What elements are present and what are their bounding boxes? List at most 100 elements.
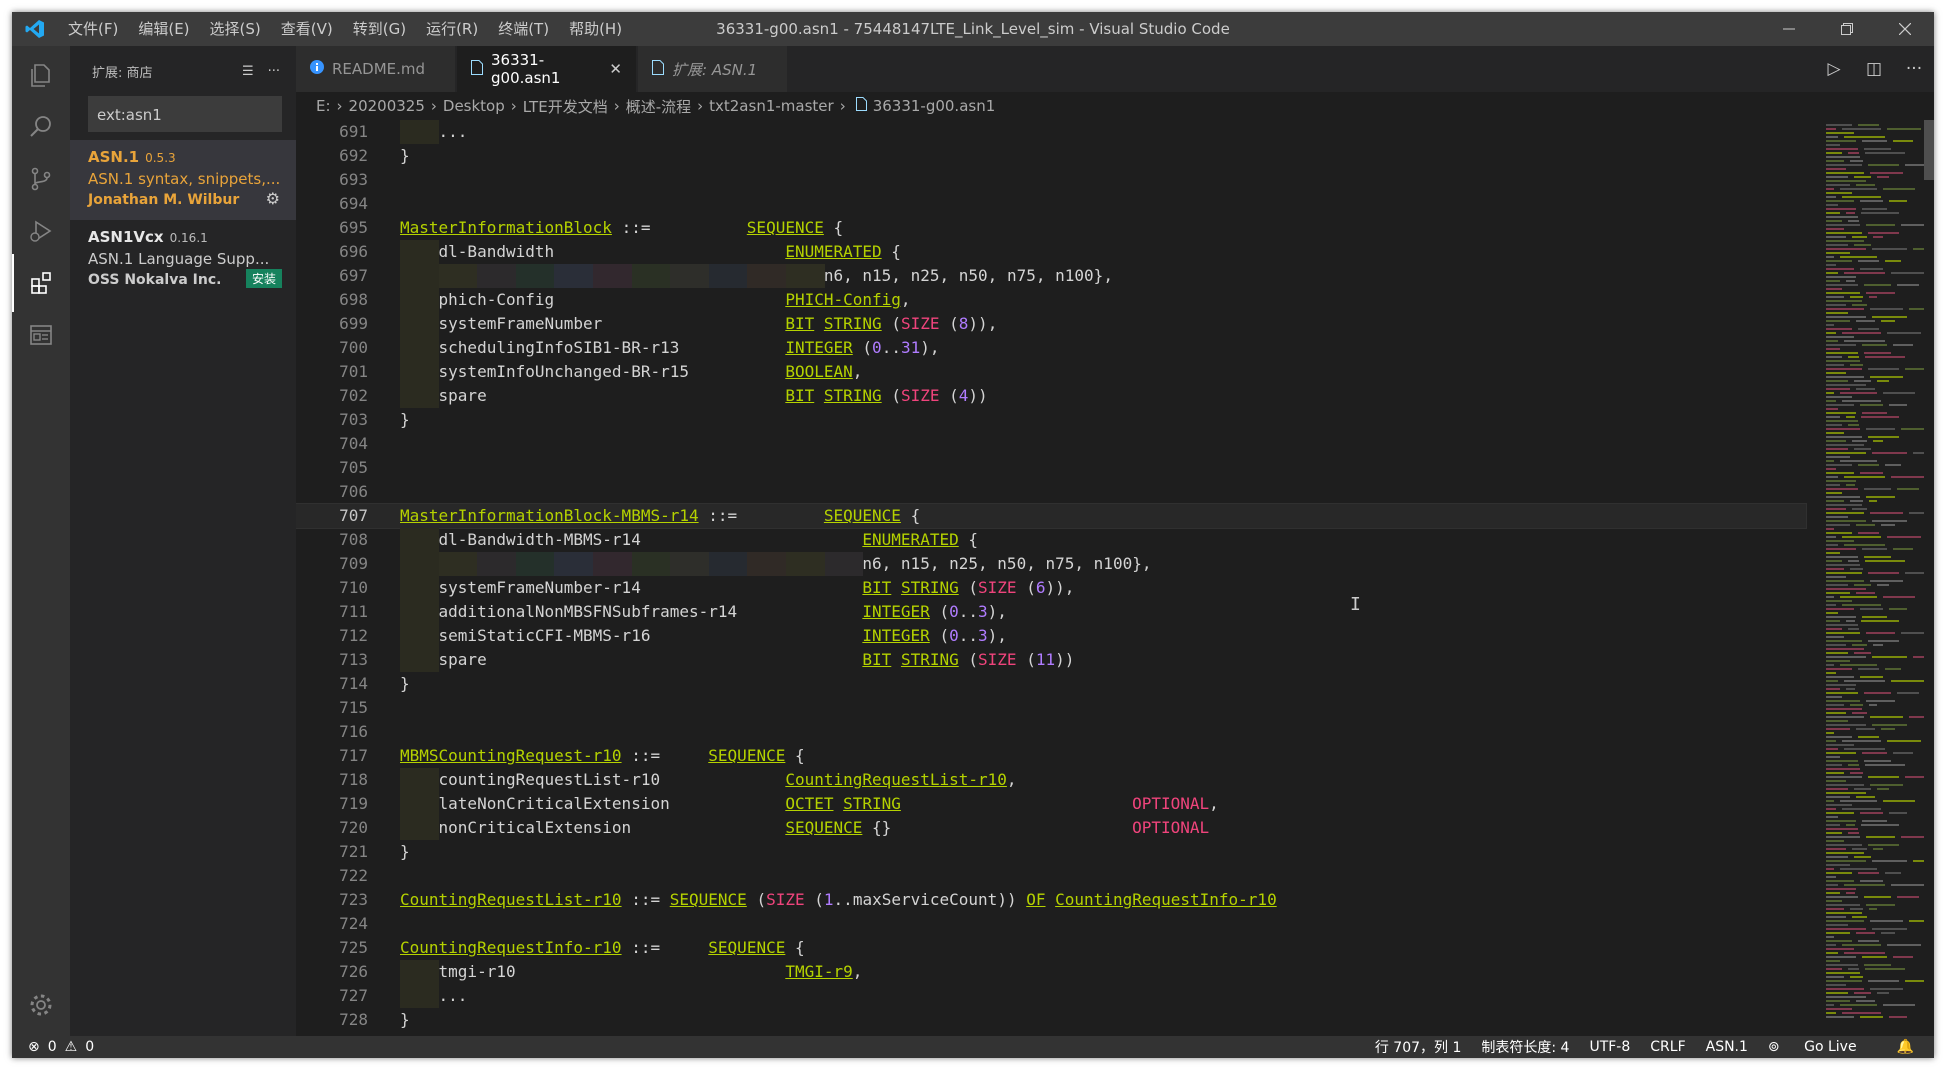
code-line[interactable]: 691 ... [296,120,1806,144]
breadcrumb-item[interactable]: Desktop [443,97,505,115]
extension-item[interactable]: ASN1Vcx 0.16.1 ASN.1 Language Supp... OSS… [70,220,296,300]
clear-results-icon[interactable]: ☰ [242,64,254,79]
code-line[interactable]: 701 systemInfoUnchanged-BR-r15 BOOLEAN, [296,360,1806,384]
close-window-icon[interactable] [1876,12,1934,46]
menu-file[interactable]: 文件(F) [58,12,128,46]
more-actions-icon[interactable]: ··· [268,64,280,79]
error-count[interactable]: 0 [48,1039,57,1055]
menu-edit[interactable]: 编辑(E) [128,12,199,46]
code-line[interactable]: 707 MasterInformationBlock-MBMS-r14 ::= S… [296,503,1807,529]
split-editor-icon[interactable]: ◫ [1854,59,1894,79]
minimap[interactable] [1824,120,1934,1036]
code-line[interactable]: 727 ... [296,984,1806,1008]
warning-count[interactable]: 0 [85,1039,94,1055]
minimap-line [1826,908,1844,910]
code-line[interactable]: 710 systemFrameNumber-r14 BIT STRING (SI… [296,576,1806,600]
code-line[interactable]: 721} [296,840,1806,864]
code-line[interactable]: 716 [296,720,1806,744]
run-icon[interactable]: ▷ [1814,59,1854,79]
code-line[interactable]: 715 [296,696,1806,720]
run-debug-icon[interactable] [12,202,70,260]
breadcrumb-item[interactable]: 20200325 [349,97,425,115]
code-line[interactable]: 719 lateNonCriticalExtension OCTET STRIN… [296,792,1806,816]
menu-terminal[interactable]: 终端(T) [488,12,559,46]
go-live-button[interactable]: ⊚ Go Live [1768,1039,1877,1055]
menu-selection[interactable]: 选择(S) [200,12,271,46]
breadcrumb-item[interactable]: 概述-流程 [626,96,691,117]
install-button[interactable]: 安装 [245,269,282,288]
code-line[interactable]: 709 n6, n15, n25, n50, n75, n100}, [296,552,1806,576]
breadcrumb: E: › 20200325 › Desktop › LTE开发文档 › 概述-流程 › t… [296,92,1934,120]
tab-size[interactable]: 制表符长度: 4 [1481,1037,1569,1057]
explorer-icon[interactable] [12,46,70,104]
breadcrumb-item[interactable]: E: [316,97,331,115]
settings-gear-icon[interactable] [12,976,70,1034]
code-line[interactable]: 705 [296,456,1806,480]
code-line[interactable]: 693 [296,168,1806,192]
menu-view[interactable]: 查看(V) [271,12,343,46]
code-line[interactable]: 724 [296,912,1806,936]
code-line[interactable]: 699 systemFrameNumber BIT STRING (SIZE (… [296,312,1806,336]
cursor-position[interactable]: 行 707，列 1 [1375,1037,1462,1057]
menu-run[interactable]: 运行(R) [416,12,488,46]
minimap-line [1826,944,1836,946]
menu-help[interactable]: 帮助(H) [559,12,632,46]
line-number: 698 [339,290,368,309]
close-tab-icon[interactable]: ✕ [609,60,622,78]
code-line[interactable]: 717 MBMSCountingRequest-r10 ::= SEQUENCE … [296,744,1806,768]
code-line[interactable]: 713 spare BIT STRING (SIZE (11)) [296,648,1806,672]
extension-item[interactable]: ASN.1 0.5.3 ASN.1 syntax, snippets,... Jo… [70,140,296,220]
code-line[interactable]: 728} [296,1008,1806,1032]
scrollbar-thumb[interactable] [1924,120,1934,180]
minimize-icon[interactable] [1760,12,1818,46]
menu-go[interactable]: 转到(G) [343,12,416,46]
source-control-icon[interactable] [12,150,70,208]
tab-extension-asn1[interactable]: 扩展: ASN.1 [638,46,788,92]
restore-icon[interactable] [1818,12,1876,46]
code-line[interactable]: 708 dl-Bandwidth-MBMS-r14 ENUMERATED { [296,528,1806,552]
manage-gear-icon[interactable]: ⚙ [266,189,280,208]
code-line[interactable]: 695 MasterInformationBlock ::= SEQUENCE { [296,216,1806,240]
code-editor[interactable]: 691 ... 692} 693 694 695 MasterInformationBlo… [296,120,1934,1036]
minimap-line [1826,692,1858,694]
code-line[interactable]: 700 schedulingInfoSIB1-BR-r13 INTEGER (0… [296,336,1806,360]
notifications-bell-icon[interactable]: 🔔 [1897,1039,1914,1055]
search-icon[interactable] [12,98,70,156]
code-line[interactable]: 712 semiStaticCFI-MBMS-r16 INTEGER (0..3… [296,624,1806,648]
tab-readme[interactable]: README.md [296,46,456,92]
code-line[interactable]: 703} [296,408,1806,432]
breadcrumb-item[interactable]: txt2asn1-master [709,97,834,115]
code-line[interactable]: 706 [296,480,1806,504]
more-icon[interactable]: ··· [1894,59,1934,79]
code-line[interactable]: 725 CountingRequestInfo-r10 ::= SEQUENCE … [296,936,1806,960]
code-line[interactable]: 723 CountingRequestList-r10 ::= SEQUENCE … [296,888,1806,912]
breadcrumb-item[interactable]: 36331-g00.asn1 [873,97,996,115]
extension-search-input[interactable]: ext:asn1 [88,96,282,132]
code-line[interactable]: 692} [296,144,1806,168]
line-ending[interactable]: CRLF [1650,1039,1685,1055]
code-line[interactable]: 711 additionalNonMBSFNSubframes-r14 INTE… [296,600,1806,624]
code-line[interactable]: 720 nonCriticalExtension SEQUENCE {} OPT… [296,816,1806,840]
code-line[interactable]: 726 tmgi-r10 TMGI-r9, [296,960,1806,984]
encoding[interactable]: UTF-8 [1589,1039,1630,1055]
code-line[interactable]: 697 n6, n15, n25, n50, n75, n100}, [296,264,1806,288]
code-line[interactable]: 698 phich-Config PHICH-Config, [296,288,1806,312]
language-mode[interactable]: ASN.1 [1706,1039,1748,1055]
code-line[interactable]: 696 dl-Bandwidth ENUMERATED { [296,240,1806,264]
minimap-line [1826,608,1854,610]
code-line[interactable]: 702 spare BIT STRING (SIZE (4)) [296,384,1806,408]
file-icon [471,59,483,79]
code-line[interactable]: 718 countingRequestList-r10 CountingRequ… [296,768,1806,792]
code-line[interactable]: 694 [296,192,1806,216]
tab-asn1-file[interactable]: 36331-g00.asn1 ✕ [457,46,637,92]
minimap-line [1826,960,1840,962]
code-line[interactable]: 714} [296,672,1806,696]
code-line[interactable]: 704 [296,432,1806,456]
code-line[interactable]: 722 [296,864,1806,888]
remote-explorer-icon[interactable] [12,306,70,364]
editor-scrollbar[interactable] [1924,120,1934,1036]
extensions-icon[interactable] [12,254,70,312]
minimap-line [1872,928,1907,930]
minimap-line [1840,188,1877,190]
breadcrumb-item[interactable]: LTE开发文档 [523,96,608,117]
